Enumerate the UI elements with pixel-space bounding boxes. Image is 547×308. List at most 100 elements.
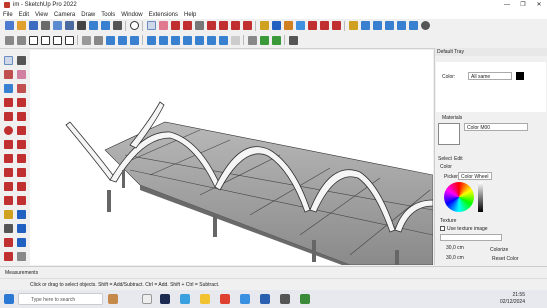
rotate-tool-icon[interactable] [230,21,240,30]
section-fill-icon[interactable] [194,35,204,45]
task-view-icon[interactable] [142,294,152,304]
erase-icon[interactable] [76,21,86,30]
orbit-tool-icon[interactable] [4,251,13,261]
pan-icon[interactable] [307,21,317,30]
tape-icon[interactable] [4,209,13,219]
arc-tool-icon[interactable] [182,21,192,30]
protractor-icon[interactable] [4,223,13,233]
windows-start-icon[interactable] [4,294,14,304]
scale-icon[interactable] [4,195,13,205]
picker-select[interactable]: Color Wheel [458,172,492,180]
rotate-icon[interactable] [4,181,13,191]
undo-icon[interactable] [88,21,98,30]
offset-icon[interactable] [17,195,26,205]
color-swatch[interactable] [516,72,524,80]
sketchup-taskbar-icon[interactable] [260,294,270,304]
chrome-icon[interactable] [220,294,230,304]
modeling-viewport[interactable] [30,50,433,265]
tape-measure-icon[interactable] [259,21,269,30]
system-clock[interactable]: 21:55 02/12/2024 [500,292,525,306]
tab-select[interactable]: Select [438,156,452,162]
push-pull-icon[interactable] [206,21,216,30]
shaded-textures-icon[interactable] [146,35,156,45]
orbit-icon[interactable] [295,21,305,30]
lasso-icon[interactable] [17,55,26,65]
arc-icon[interactable] [4,139,13,149]
reset-color-button[interactable]: Reset Color [492,256,518,262]
zoom-icon[interactable] [319,21,329,30]
app3-icon[interactable] [300,294,310,304]
cut-icon[interactable] [40,21,50,30]
shaded-icon[interactable] [129,35,139,45]
close-button[interactable]: ✕ [531,0,547,10]
menu-edit[interactable]: Edit [19,12,29,18]
extension-manager-icon[interactable] [384,21,394,30]
pie-icon[interactable] [17,153,26,163]
select-icon[interactable] [4,55,13,65]
select-tool-icon[interactable] [146,21,156,30]
back-view-icon[interactable] [52,35,62,45]
line-icon[interactable] [4,97,13,107]
line-tool-icon[interactable] [170,21,180,30]
3d-text-icon[interactable] [17,237,26,247]
dimension-icon[interactable] [288,35,298,45]
menu-file[interactable]: File [3,12,13,18]
add-location-icon[interactable] [408,21,418,30]
back-edges-icon[interactable] [93,35,103,45]
eraser-tool-icon[interactable] [158,21,168,30]
section-plane-icon[interactable] [170,35,180,45]
eraser-icon[interactable] [17,69,26,79]
paint-bucket-icon[interactable] [283,21,293,30]
push-pull-tool-icon[interactable] [17,167,26,177]
photoshop-icon[interactable] [160,294,170,304]
brightness-slider[interactable] [478,182,483,212]
share-icon[interactable] [396,21,406,30]
extension-warehouse-icon[interactable] [360,21,370,30]
sandbox-icon[interactable] [247,35,257,45]
menu-tools[interactable]: Tools [101,12,115,18]
pan-tool-icon[interactable] [17,251,26,261]
tab-edit[interactable]: Edit [454,156,463,162]
display-sections-icon[interactable] [206,35,216,45]
offset-tool-icon[interactable] [242,21,252,30]
circle-icon[interactable] [4,125,13,135]
color-wheel[interactable] [444,182,474,212]
hidden-line-icon[interactable] [117,35,127,45]
save-icon[interactable] [28,21,38,30]
layout-icon[interactable] [372,21,382,30]
dimensions-icon[interactable] [17,209,26,219]
menu-camera[interactable]: Camera [54,12,75,18]
use-texture-checkbox[interactable] [440,226,445,231]
redo-icon[interactable] [100,21,110,30]
color-select[interactable]: All same [468,72,512,80]
search-icon[interactable] [129,21,139,30]
material-name-field[interactable]: Color M00 [464,123,528,131]
app-icon[interactable] [240,294,250,304]
paint-icon[interactable] [4,69,13,79]
text-icon[interactable] [17,223,26,233]
freehand-icon[interactable] [17,97,26,107]
polygon-icon[interactable] [17,125,26,135]
rectangle-icon[interactable] [4,111,13,121]
rotated-rect-icon[interactable] [17,111,26,121]
move-icon[interactable] [4,167,13,177]
zoom-extents-icon[interactable] [331,21,341,30]
menu-draw[interactable]: Draw [81,12,95,18]
app2-icon[interactable] [280,294,290,304]
print-icon[interactable] [112,21,122,30]
texture-height[interactable]: 30,0 cm [446,255,464,261]
xray-icon[interactable] [81,35,91,45]
menu-view[interactable]: View [35,12,48,18]
minimize-button[interactable]: — [499,0,515,10]
menu-window[interactable]: Window [121,12,142,18]
copy-icon[interactable] [52,21,62,30]
warehouse-icon[interactable] [348,21,358,30]
terrain-icon[interactable] [259,35,269,45]
section-cut-icon[interactable] [182,35,192,45]
new-file-icon[interactable] [4,21,14,30]
paste-icon[interactable] [64,21,74,30]
move-tool-icon[interactable] [218,21,228,30]
file-explorer-icon[interactable] [200,294,210,304]
solid-tools-icon[interactable] [218,35,228,45]
deer-widget-icon[interactable] [108,294,118,304]
